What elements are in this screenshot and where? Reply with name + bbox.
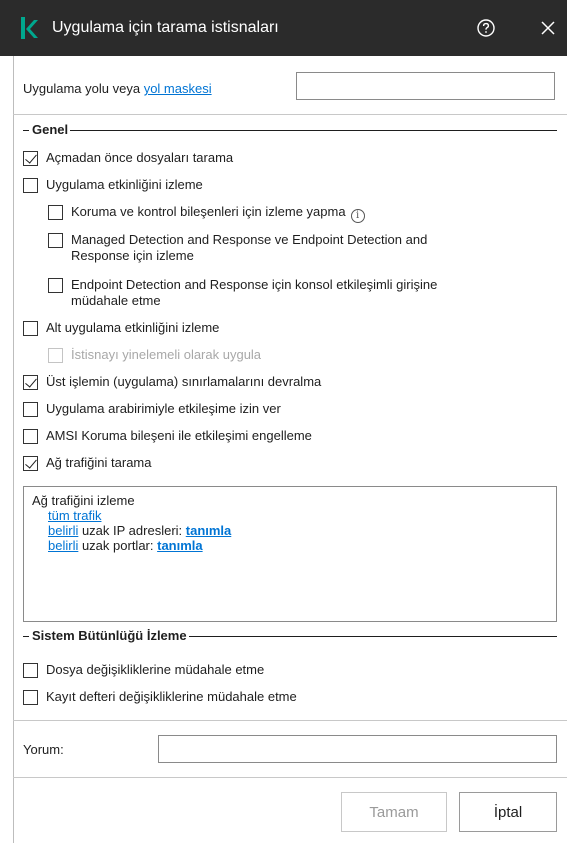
dialog-body bbox=[13, 56, 567, 843]
option-protection-components[interactable]: Koruma ve kontrol bileşenleri için izlem… bbox=[48, 204, 365, 223]
ip-text: uzak IP adresleri: bbox=[78, 523, 186, 538]
checkbox[interactable] bbox=[48, 233, 63, 248]
checkbox[interactable] bbox=[23, 690, 38, 705]
path-mask-link[interactable]: yol maskesi bbox=[144, 81, 212, 96]
cancel-button[interactable]: İptal bbox=[459, 792, 557, 832]
option-label: Üst işlemin (uygulama) sınırlamalarını d… bbox=[46, 374, 322, 389]
divider bbox=[13, 777, 567, 778]
traffic-heading: Ağ trafiğini izleme bbox=[32, 493, 135, 508]
specific-ip-link[interactable]: belirli bbox=[48, 523, 78, 538]
help-icon[interactable] bbox=[476, 18, 496, 38]
checkbox[interactable] bbox=[48, 278, 63, 293]
traffic-settings-box: Ağ trafiğini izleme tüm trafik belirli u… bbox=[23, 486, 557, 622]
checkbox[interactable] bbox=[23, 663, 38, 678]
kaspersky-logo-icon bbox=[21, 17, 38, 39]
define-ip-link[interactable]: tanımla bbox=[186, 523, 232, 538]
comment-label: Yorum: bbox=[23, 742, 64, 757]
divider bbox=[13, 114, 567, 115]
checkbox[interactable] bbox=[23, 429, 38, 444]
option-scan-before-open[interactable]: Açmadan önce dosyaları tarama bbox=[23, 150, 233, 166]
option-label: İstisnayı yinelemeli olarak uygula bbox=[71, 347, 262, 362]
checkbox[interactable] bbox=[23, 456, 38, 471]
option-label: Alt uygulama etkinliğini izleme bbox=[46, 320, 220, 335]
all-traffic-link[interactable]: tüm trafik bbox=[48, 508, 101, 523]
option-label: Koruma ve kontrol bileşenleri için izlem… bbox=[71, 204, 365, 223]
option-inherit-parent[interactable]: Üst işlemin (uygulama) sınırlamalarını d… bbox=[23, 374, 321, 390]
window-title: Uygulama için tarama istisnaları bbox=[52, 19, 279, 36]
title-bar: Uygulama için tarama istisnaları bbox=[0, 0, 567, 56]
option-registry-changes[interactable]: Kayıt defteri değişikliklerine müdahale … bbox=[23, 689, 297, 705]
divider bbox=[13, 720, 567, 721]
option-label: Kayıt defteri değişikliklerine müdahale … bbox=[46, 689, 297, 704]
checkbox[interactable] bbox=[23, 321, 38, 336]
info-icon[interactable]: i bbox=[350, 209, 365, 223]
checkbox bbox=[48, 348, 63, 363]
option-label: Uygulama etkinliğini izleme bbox=[46, 177, 203, 192]
checkbox[interactable] bbox=[23, 178, 38, 193]
checkbox[interactable] bbox=[23, 151, 38, 166]
integrity-section-header: Sistem Bütünlüğü İzleme bbox=[23, 628, 557, 644]
option-label: Managed Detection and Response ve Endpoi… bbox=[71, 232, 428, 263]
option-child-app-activity[interactable]: Alt uygulama etkinliğini izleme bbox=[23, 320, 219, 336]
port-text: uzak portlar: bbox=[78, 538, 158, 553]
option-monitor-app-activity[interactable]: Uygulama etkinliğini izleme bbox=[23, 177, 203, 193]
ok-button[interactable]: Tamam bbox=[341, 792, 447, 832]
general-section-title: Genel bbox=[32, 122, 69, 137]
option-recursive: İstisnayı yinelemeli olarak uygula bbox=[48, 347, 261, 363]
integrity-section-title: Sistem Bütünlüğü İzleme bbox=[32, 628, 187, 643]
option-amsi[interactable]: AMSI Koruma bileşeni ile etkileşimi enge… bbox=[23, 428, 312, 444]
option-scan-traffic[interactable]: Ağ trafiğini tarama bbox=[23, 455, 152, 471]
comment-input[interactable] bbox=[158, 735, 557, 763]
option-label: Açmadan önce dosyaları tarama bbox=[46, 150, 234, 165]
checkbox[interactable] bbox=[48, 205, 63, 220]
option-file-changes[interactable]: Dosya değişikliklerine müdahale etme bbox=[23, 662, 264, 678]
define-port-link[interactable]: tanımla bbox=[157, 538, 203, 553]
option-edr-console[interactable]: Endpoint Detection and Response için kon… bbox=[48, 277, 437, 309]
app-path-label: Uygulama yolu veya yol maskesi bbox=[23, 81, 212, 97]
option-label: Endpoint Detection and Response için kon… bbox=[71, 277, 438, 308]
app-path-label-text: Uygulama yolu veya bbox=[23, 81, 141, 96]
checkbox[interactable] bbox=[23, 402, 38, 417]
option-label: AMSI Koruma bileşeni ile etkileşimi enge… bbox=[46, 428, 312, 443]
specific-port-link[interactable]: belirli bbox=[48, 538, 78, 553]
close-icon[interactable] bbox=[538, 18, 558, 38]
option-label: Uygulama arabirimiyle etkileşime izin ve… bbox=[46, 401, 281, 416]
option-mdr-edr[interactable]: Managed Detection and Response ve Endpoi… bbox=[48, 232, 427, 264]
app-path-input[interactable] bbox=[296, 72, 555, 100]
checkbox[interactable] bbox=[23, 375, 38, 390]
option-label: Ağ trafiğini tarama bbox=[46, 455, 152, 470]
option-label: Dosya değişikliklerine müdahale etme bbox=[46, 662, 265, 677]
option-allow-interface[interactable]: Uygulama arabirimiyle etkileşime izin ve… bbox=[23, 401, 281, 417]
general-section-header: Genel bbox=[23, 122, 557, 138]
